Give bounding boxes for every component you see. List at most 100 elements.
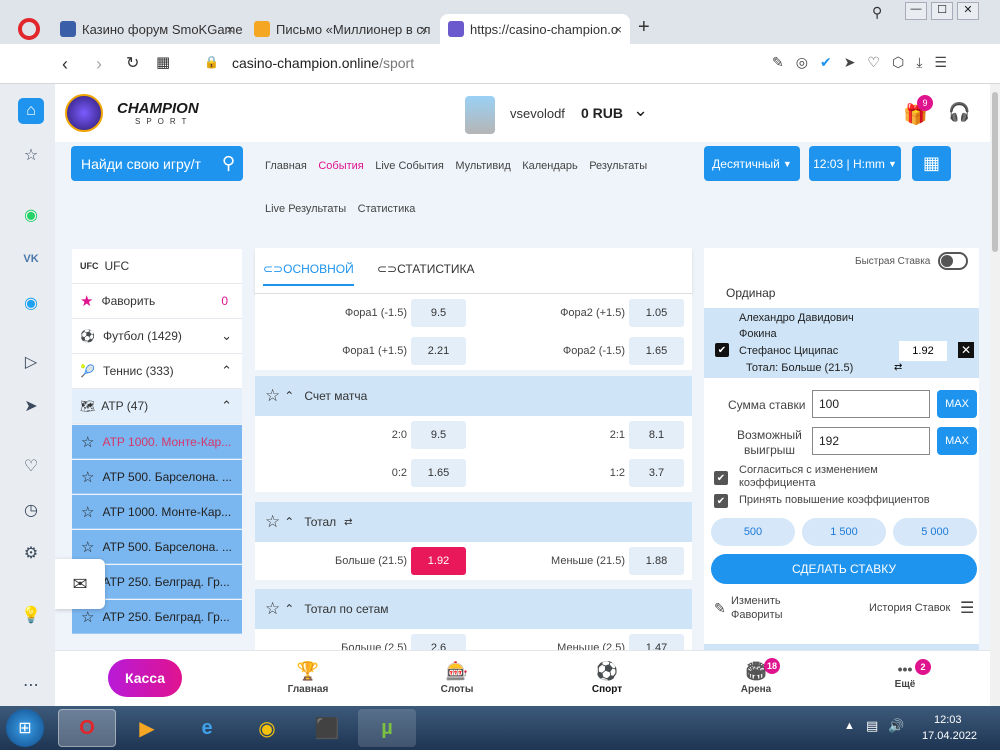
minimize-button[interactable]: — [905,2,927,20]
market-header-sets[interactable]: ☆ ⌃ Тотал по сетам [255,589,692,629]
bet-checkbox[interactable]: ✔ [715,343,729,357]
tab-close-icon[interactable]: × [614,22,622,37]
nav-multiview[interactable]: Мультивид [455,160,510,172]
bottom-nav-home[interactable]: 🏆 Главная [268,661,348,695]
tray-clock-date[interactable]: 17.04.2022 [922,730,977,742]
whatsapp-icon[interactable]: ◉ [18,202,44,228]
search-tabs-icon[interactable]: ⚲ [872,4,882,21]
odd-button[interactable]: 3.7 [629,459,684,487]
left-item-ufc[interactable]: UFC UFC [72,249,242,284]
close-button[interactable]: ✕ [957,2,979,20]
twitter-icon[interactable]: ◉ [18,290,44,316]
support-icon[interactable]: 🎧 [948,102,970,123]
speed-dial-icon[interactable]: ▦ [156,53,170,71]
send-icon[interactable]: ➤ [844,54,868,70]
left-item-atp[interactable]: 🗺 ATP (47) ⌃ [72,389,242,424]
taskbar-media-player[interactable]: ▶ [118,709,176,747]
star-outline-icon[interactable]: ☆ [265,386,280,406]
nav-results[interactable]: Результаты [589,160,647,172]
heart-icon[interactable]: ♡ [18,453,44,479]
reload-icon[interactable]: ↻ [126,53,139,73]
nav-events[interactable]: События [318,160,363,172]
new-tab-button[interactable]: + [638,16,650,39]
camera-icon[interactable]: ◎ [796,54,820,70]
win-max-button[interactable]: MAX [937,427,977,455]
nav-calendar[interactable]: Календарь [522,160,578,172]
send-icon[interactable]: ➤ [18,393,44,419]
opera-logo-icon[interactable] [18,18,40,40]
tab-statistics[interactable]: ⊂⊃СТАТИСТИКА [377,262,475,276]
bulb-icon[interactable]: 💡 [18,602,44,628]
nav-live-events[interactable]: Live События [375,160,444,172]
star-icon[interactable]: ☆ [18,142,44,168]
tournament-item[interactable]: ☆ ATP 1000. Монте-Кар... [72,495,242,529]
download-icon[interactable]: ⤓ [916,54,934,70]
taskbar-app[interactable]: ⬛ [298,709,356,747]
champion-logo-icon[interactable] [65,94,103,132]
quick-bet-toggle[interactable] [938,252,968,270]
vk-icon[interactable]: VK [18,246,44,272]
star-outline-icon[interactable]: ☆ [265,512,280,532]
stake-input[interactable]: 100 [812,390,930,418]
search-button[interactable]: Найди свою игру/т ⚲ [71,146,243,181]
edit-icon[interactable]: ✎ [714,600,726,617]
mail-float-button[interactable]: ✉ [55,559,105,609]
left-item-tennis[interactable]: 🎾 Теннис (333) ⌃ [72,354,242,389]
bottom-nav-slots[interactable]: 🎰 Слоты [417,661,497,695]
heart-icon[interactable]: ♡ [867,54,892,70]
more-icon[interactable]: ⋯ [18,672,44,698]
nav-live-results[interactable]: Live Результаты [265,203,346,215]
star-outline-icon[interactable]: ☆ [265,599,280,619]
odd-button[interactable]: 1.65 [411,459,466,487]
quick-amount-1500[interactable]: 1 500 [802,518,886,546]
bottom-nav-arena[interactable]: 🏟 Арена 18 [716,658,796,695]
start-button[interactable]: ⊞ [6,709,44,747]
menu-icon[interactable]: ☰ [934,54,959,70]
logo-title[interactable]: CHAMPION [117,100,199,117]
forward-icon[interactable]: › [96,54,102,75]
odd-button-selected[interactable]: 1.92 [411,547,466,575]
odd-button[interactable]: 9.5 [411,299,466,327]
tournament-item[interactable]: ☆ ATP 1000. Монте-Кар... [72,425,242,459]
odds-format-select[interactable]: Десятичный ▼ [704,146,800,181]
list-icon[interactable]: ☰ [960,598,974,618]
bottom-nav-sport[interactable]: ⚽ Спорт [567,661,647,695]
url-field[interactable]: casino-champion.online/sport [232,55,414,71]
taskbar-opera[interactable]: O [58,709,116,747]
taskbar-ie[interactable]: e [178,709,236,747]
tab-main[interactable]: ⊂⊃ОСНОВНОЙ [263,262,354,286]
avatar[interactable] [465,96,495,134]
time-format-select[interactable]: 12:03 | H:mm ▼ [809,146,901,181]
edit-favorites-line2[interactable]: Фавориты [731,609,783,621]
balance[interactable]: 0 RUB [581,105,623,121]
left-item-football[interactable]: ⚽ Футбол (1429) ⌄ [72,319,242,354]
odd-button[interactable]: 1.05 [629,299,684,327]
page-scrollbar[interactable] [990,84,1000,706]
taskbar-chrome[interactable]: ◉ [238,709,296,747]
quick-amount-500[interactable]: 500 [711,518,795,546]
bottom-nav-more[interactable]: ••• Ещё 2 [865,659,945,690]
quick-amount-5000[interactable]: 5 000 [893,518,977,546]
nav-home[interactable]: Главная [265,160,307,172]
tray-arrow-icon[interactable]: ▲ [844,720,855,732]
betslip-tab-single[interactable]: Ординар [726,286,775,300]
home-icon[interactable]: ⌂ [18,98,44,124]
bet-history-link[interactable]: История Ставок [869,602,950,614]
odd-button[interactable]: 2.21 [411,337,466,365]
edit-icon[interactable]: ✎ [772,54,796,70]
tab-close-icon[interactable]: × [226,22,234,37]
username[interactable]: vsevolodf [510,106,565,121]
chevron-down-icon[interactable]: ⌄ [633,100,648,121]
taskbar-utorrent[interactable]: µ [358,709,416,747]
tab-close-icon[interactable]: × [420,22,428,37]
accept-increase-checkbox[interactable]: ✔ [714,494,728,508]
remove-bet-icon[interactable]: ✕ [958,342,974,358]
scrollbar-thumb[interactable] [992,92,998,252]
settings-icon[interactable]: ⚙ [18,540,44,566]
tray-network-icon[interactable]: ▤ [866,718,878,734]
history-icon[interactable]: ◷ [18,497,44,523]
player-icon[interactable]: ▷ [18,349,44,375]
cube-icon[interactable]: ⬡ [892,54,916,70]
market-header-score[interactable]: ☆ ⌃ Счет матча [255,376,692,416]
place-bet-button[interactable]: СДЕЛАТЬ СТАВКУ [711,554,977,584]
